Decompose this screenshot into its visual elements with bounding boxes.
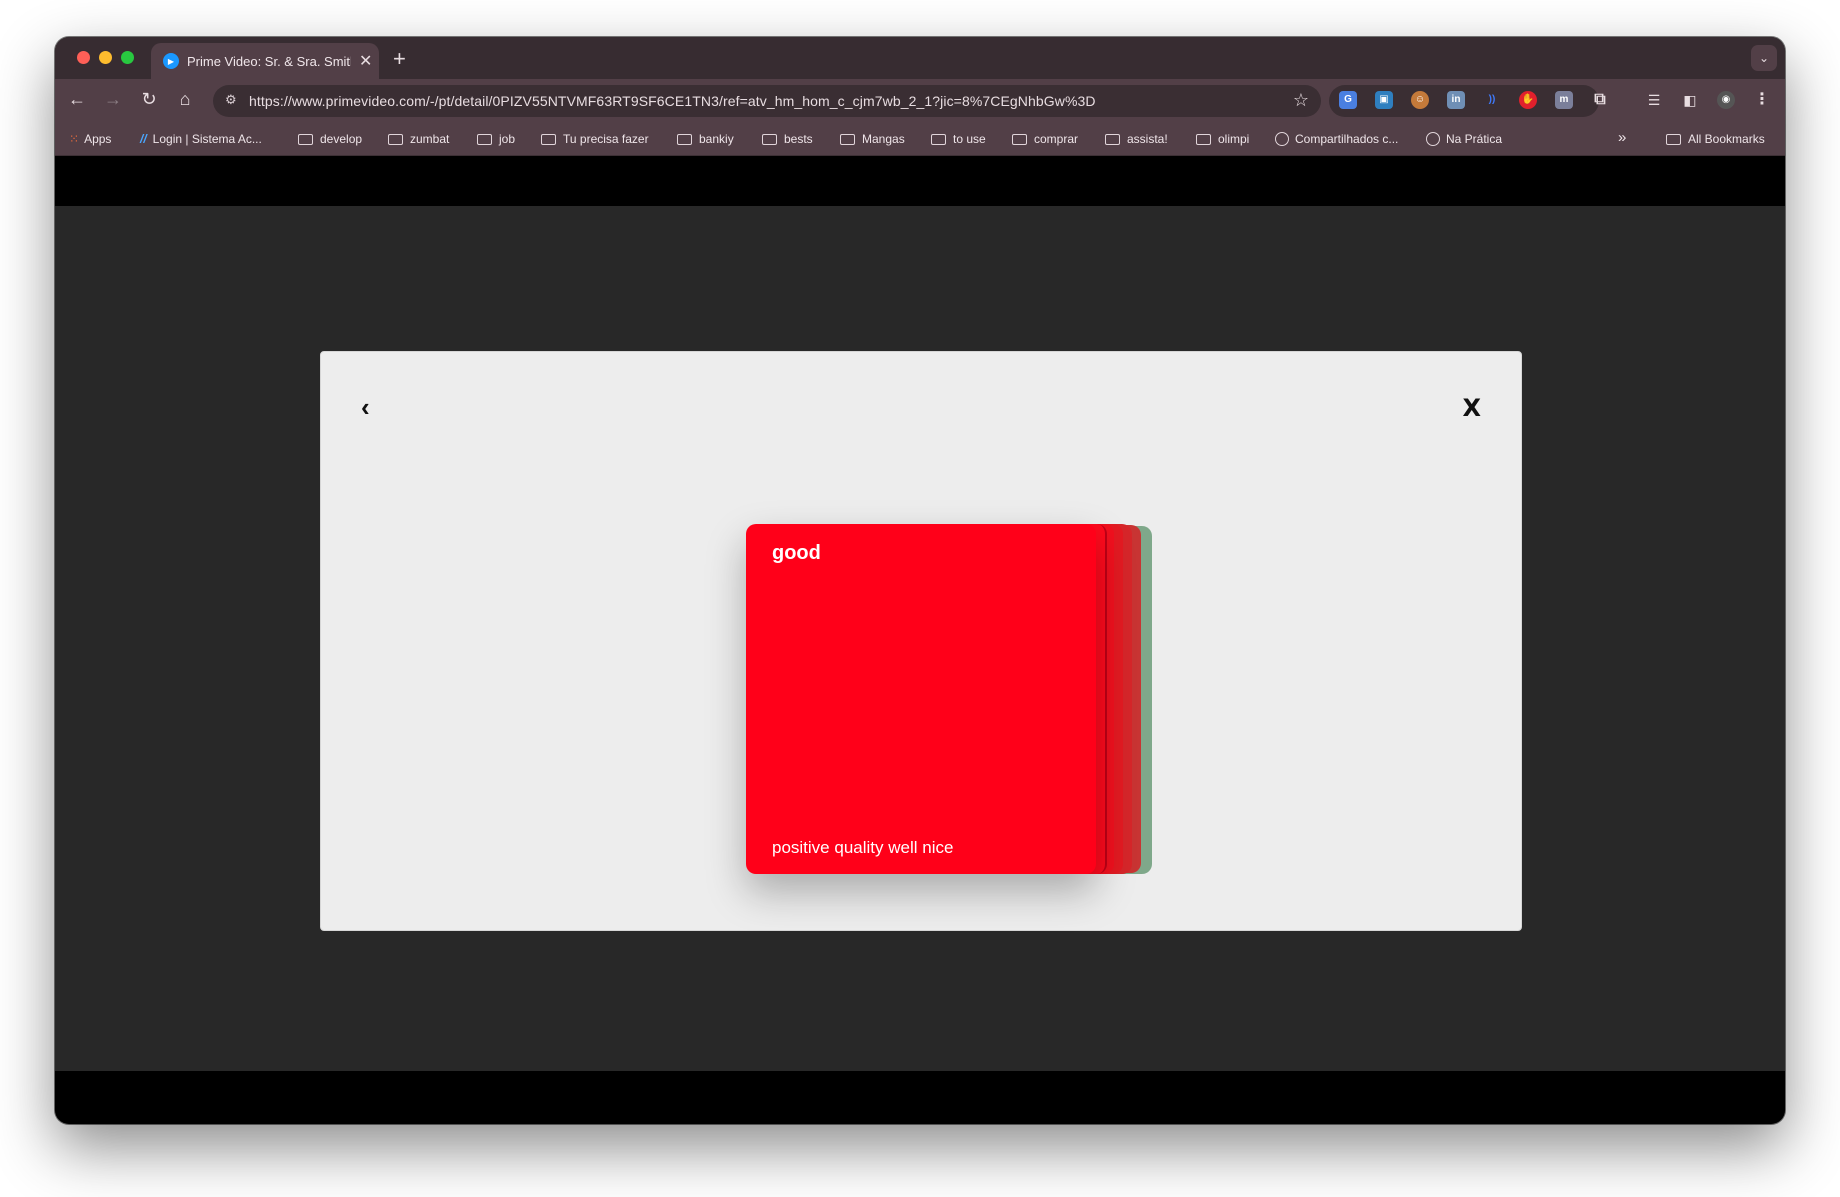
bookmark-mangas[interactable]: Mangas bbox=[840, 132, 905, 146]
bookmark-apps[interactable]: ⁙ Apps bbox=[69, 132, 111, 146]
prime-video-favicon-icon: ▶ bbox=[163, 53, 179, 69]
bookmarks-overflow-icon[interactable]: » bbox=[1618, 129, 1626, 146]
bookmark-label: bests bbox=[784, 132, 813, 146]
tab-close-icon[interactable]: ✕ bbox=[359, 51, 372, 71]
forward-arrow-icon[interactable]: → bbox=[101, 89, 125, 110]
bookmark-tu-precisa-fazer[interactable]: Tu precisa fazer bbox=[541, 132, 649, 146]
bookmark-olimpi[interactable]: olimpi bbox=[1196, 132, 1249, 146]
minimize-window-button[interactable] bbox=[99, 51, 112, 64]
url-text[interactable]: https://www.primevideo.com/-/pt/detail/0… bbox=[249, 93, 1096, 109]
folder-icon bbox=[762, 133, 777, 145]
bookmark-login-sistema[interactable]: // Login | Sistema Ac... bbox=[140, 132, 262, 146]
back-button[interactable]: ‹ bbox=[361, 392, 370, 423]
bookmark-label: bankiy bbox=[699, 132, 734, 146]
bookmark-label: Tu precisa fazer bbox=[563, 132, 649, 146]
reading-list-icon[interactable]: ☰ bbox=[1645, 91, 1663, 109]
close-button[interactable]: X bbox=[1462, 394, 1481, 422]
bookmark-label: to use bbox=[953, 132, 986, 146]
m-extension-icon[interactable]: m bbox=[1555, 91, 1573, 109]
card-synonyms: positive quality well nice bbox=[772, 838, 954, 857]
maximize-window-button[interactable] bbox=[121, 51, 134, 64]
bookmark-develop[interactable]: develop bbox=[298, 132, 362, 146]
folder-icon bbox=[541, 133, 556, 145]
new-tab-button[interactable]: + bbox=[393, 46, 406, 72]
bookmark-all-bookmarks[interactable]: All Bookmarks bbox=[1666, 132, 1765, 146]
bookmark-label: All Bookmarks bbox=[1688, 132, 1765, 146]
folder-icon bbox=[1666, 133, 1681, 145]
folder-icon bbox=[931, 133, 946, 145]
bookmark-job[interactable]: job bbox=[477, 132, 515, 146]
side-panel-icon[interactable]: ◧ bbox=[1681, 91, 1699, 109]
bookmark-label: Compartilhados c... bbox=[1295, 132, 1399, 146]
tab-search-button[interactable]: ⌄ bbox=[1751, 45, 1777, 71]
player-stage: ‹ X good positive quality well nice bbox=[55, 206, 1785, 1071]
bookmark-compartilhados[interactable]: Compartilhados c... bbox=[1275, 132, 1398, 146]
flashcard[interactable]: good positive quality well nice bbox=[746, 524, 1096, 874]
bookmark-label: assista! bbox=[1127, 132, 1168, 146]
reload-icon[interactable]: ↻ bbox=[137, 89, 161, 110]
bookmark-na-pratica[interactable]: Na Prática bbox=[1426, 132, 1502, 146]
flashcard-modal: ‹ X good positive quality well nice bbox=[320, 351, 1522, 931]
folder-icon bbox=[840, 133, 855, 145]
bookmark-label: olimpi bbox=[1218, 132, 1250, 146]
bookmark-to-use[interactable]: to use bbox=[931, 132, 986, 146]
tab-strip: ▶ Prime Video: Sr. & Sra. Smith ✕ + ⌄ bbox=[55, 37, 1785, 79]
translate-extension-icon[interactable]: G bbox=[1339, 91, 1357, 109]
folder-icon bbox=[1012, 133, 1027, 145]
site-info-icon[interactable]: ⚙ bbox=[225, 92, 237, 108]
folder-icon bbox=[298, 133, 313, 145]
bookmark-label: Mangas bbox=[862, 132, 905, 146]
back-arrow-icon[interactable]: ← bbox=[65, 89, 89, 110]
globe-icon bbox=[1426, 132, 1440, 146]
card-stack: good positive quality well nice bbox=[746, 524, 1166, 876]
home-icon[interactable]: ⌂ bbox=[173, 89, 197, 110]
browser-menu-icon[interactable]: ⋮ bbox=[1753, 91, 1771, 109]
apps-grid-icon: ⁙ bbox=[69, 132, 80, 146]
bookmarks-bar: ⁙ Apps // Login | Sistema Ac... develop … bbox=[55, 123, 1785, 156]
stop-extension-icon[interactable]: ✋ bbox=[1519, 91, 1537, 109]
folder-icon bbox=[1105, 133, 1120, 145]
globe-icon bbox=[1275, 132, 1289, 146]
bookmark-label: Na Prática bbox=[1446, 132, 1503, 146]
profile-avatar[interactable]: ◉ bbox=[1717, 91, 1735, 109]
bookmark-zumbat[interactable]: zumbat bbox=[388, 132, 449, 146]
address-bar[interactable]: ⚙ https://www.primevideo.com/-/pt/detail… bbox=[213, 85, 1321, 117]
slash-logo-icon: // bbox=[140, 132, 147, 146]
bookmark-assista[interactable]: assista! bbox=[1105, 132, 1168, 146]
browser-toolbar: ← → ↻ ⌂ ⚙ https://www.primevideo.com/-/p… bbox=[55, 79, 1785, 123]
window-controls bbox=[77, 51, 134, 64]
bookmark-label: zumbat bbox=[410, 132, 450, 146]
bookmark-label: Apps bbox=[84, 132, 112, 146]
puzzle-extensions-icon[interactable]: ⧉ bbox=[1591, 91, 1609, 109]
bookmark-star-icon[interactable]: ☆ bbox=[1293, 90, 1309, 111]
tab-title: Prime Video: Sr. & Sra. Smith bbox=[187, 53, 351, 69]
folder-icon bbox=[1196, 133, 1211, 145]
wave-extension-icon[interactable]: )) bbox=[1483, 91, 1501, 109]
page-content: ‹ X good positive quality well nice bbox=[55, 156, 1785, 1124]
folder-icon bbox=[388, 133, 403, 145]
folder-icon bbox=[677, 133, 692, 145]
bookmark-label: Login | Sistema Ac... bbox=[152, 132, 262, 146]
linkedin-extension-icon[interactable]: in bbox=[1447, 91, 1465, 109]
close-window-button[interactable] bbox=[77, 51, 90, 64]
bookmark-bests[interactable]: bests bbox=[762, 132, 813, 146]
avatar-extension-icon[interactable]: ☺ bbox=[1411, 91, 1429, 109]
bookmark-label: develop bbox=[320, 132, 363, 146]
tab-prime-video[interactable]: ▶ Prime Video: Sr. & Sra. Smith ✕ bbox=[151, 43, 379, 79]
card-word: good bbox=[772, 542, 821, 564]
bookmark-bankiy[interactable]: bankiy bbox=[677, 132, 734, 146]
bookmark-label: job bbox=[499, 132, 516, 146]
browser-window: ▶ Prime Video: Sr. & Sra. Smith ✕ + ⌄ ← … bbox=[55, 37, 1785, 1124]
bookmark-comprar[interactable]: comprar bbox=[1012, 132, 1078, 146]
bookmark-label: comprar bbox=[1034, 132, 1079, 146]
folder-icon bbox=[477, 133, 492, 145]
screenshot-extension-icon[interactable]: ▣ bbox=[1375, 91, 1393, 109]
